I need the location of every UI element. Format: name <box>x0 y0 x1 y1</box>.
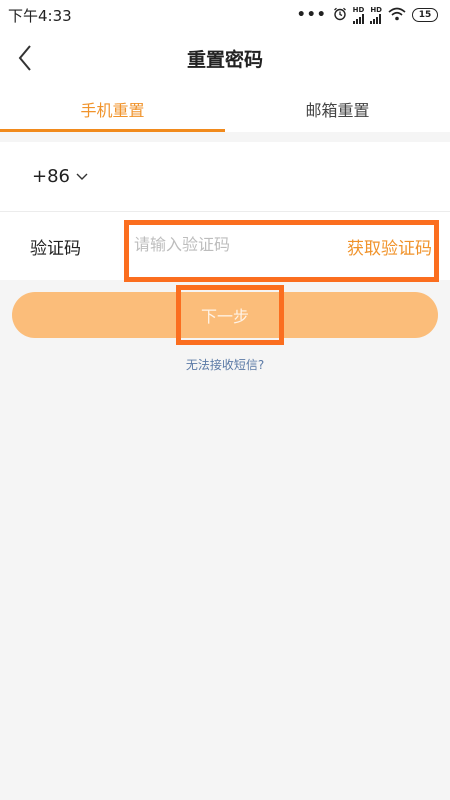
tab-phone-reset[interactable]: 手机重置 <box>0 86 225 132</box>
signal-2-icon: HD <box>370 6 382 24</box>
tab-phone-reset-label: 手机重置 <box>80 101 145 120</box>
back-arrow-icon[interactable] <box>12 40 40 76</box>
phone-row: +86 <box>0 142 450 212</box>
signal-1-label: HD <box>352 6 365 14</box>
country-code: +86 <box>32 166 70 187</box>
reset-method-tabs: 手机重置 邮箱重置 <box>0 86 450 132</box>
wifi-icon <box>388 7 406 24</box>
cannot-receive-sms-link[interactable]: 无法接收短信? <box>0 356 450 373</box>
battery-icon: 15 <box>412 8 438 22</box>
screen: 下午4:33 ••• HD HD 15 重置密码 手机重置 邮箱重置 +86 验… <box>0 0 450 800</box>
status-icons: ••• HD HD 15 <box>297 6 438 24</box>
country-code-selector[interactable]: +86 <box>32 166 88 187</box>
page-title: 重置密码 <box>186 48 263 71</box>
phone-input[interactable] <box>108 156 388 197</box>
header: 重置密码 <box>0 30 450 86</box>
chevron-down-icon <box>76 173 88 180</box>
tab-email-reset-label: 邮箱重置 <box>305 101 370 120</box>
alarm-icon <box>333 7 347 24</box>
status-time: 下午4:33 <box>8 6 72 25</box>
status-bar: 下午4:33 ••• HD HD 15 <box>0 0 450 30</box>
more-dots-icon: ••• <box>296 7 327 23</box>
code-label: 验证码 <box>30 238 81 259</box>
get-code-button[interactable]: 获取验证码 <box>347 234 432 259</box>
verification-code-input[interactable] <box>134 226 334 266</box>
signal-1-icon: HD <box>352 6 365 24</box>
verification-code-row: 验证码 获取验证码 <box>0 212 450 280</box>
battery-level: 15 <box>418 10 432 20</box>
next-step-button[interactable]: 下一步 <box>12 292 438 338</box>
next-step-label: 下一步 <box>200 309 249 326</box>
tab-email-reset[interactable]: 邮箱重置 <box>225 86 450 132</box>
signal-2-label: HD <box>370 6 382 14</box>
